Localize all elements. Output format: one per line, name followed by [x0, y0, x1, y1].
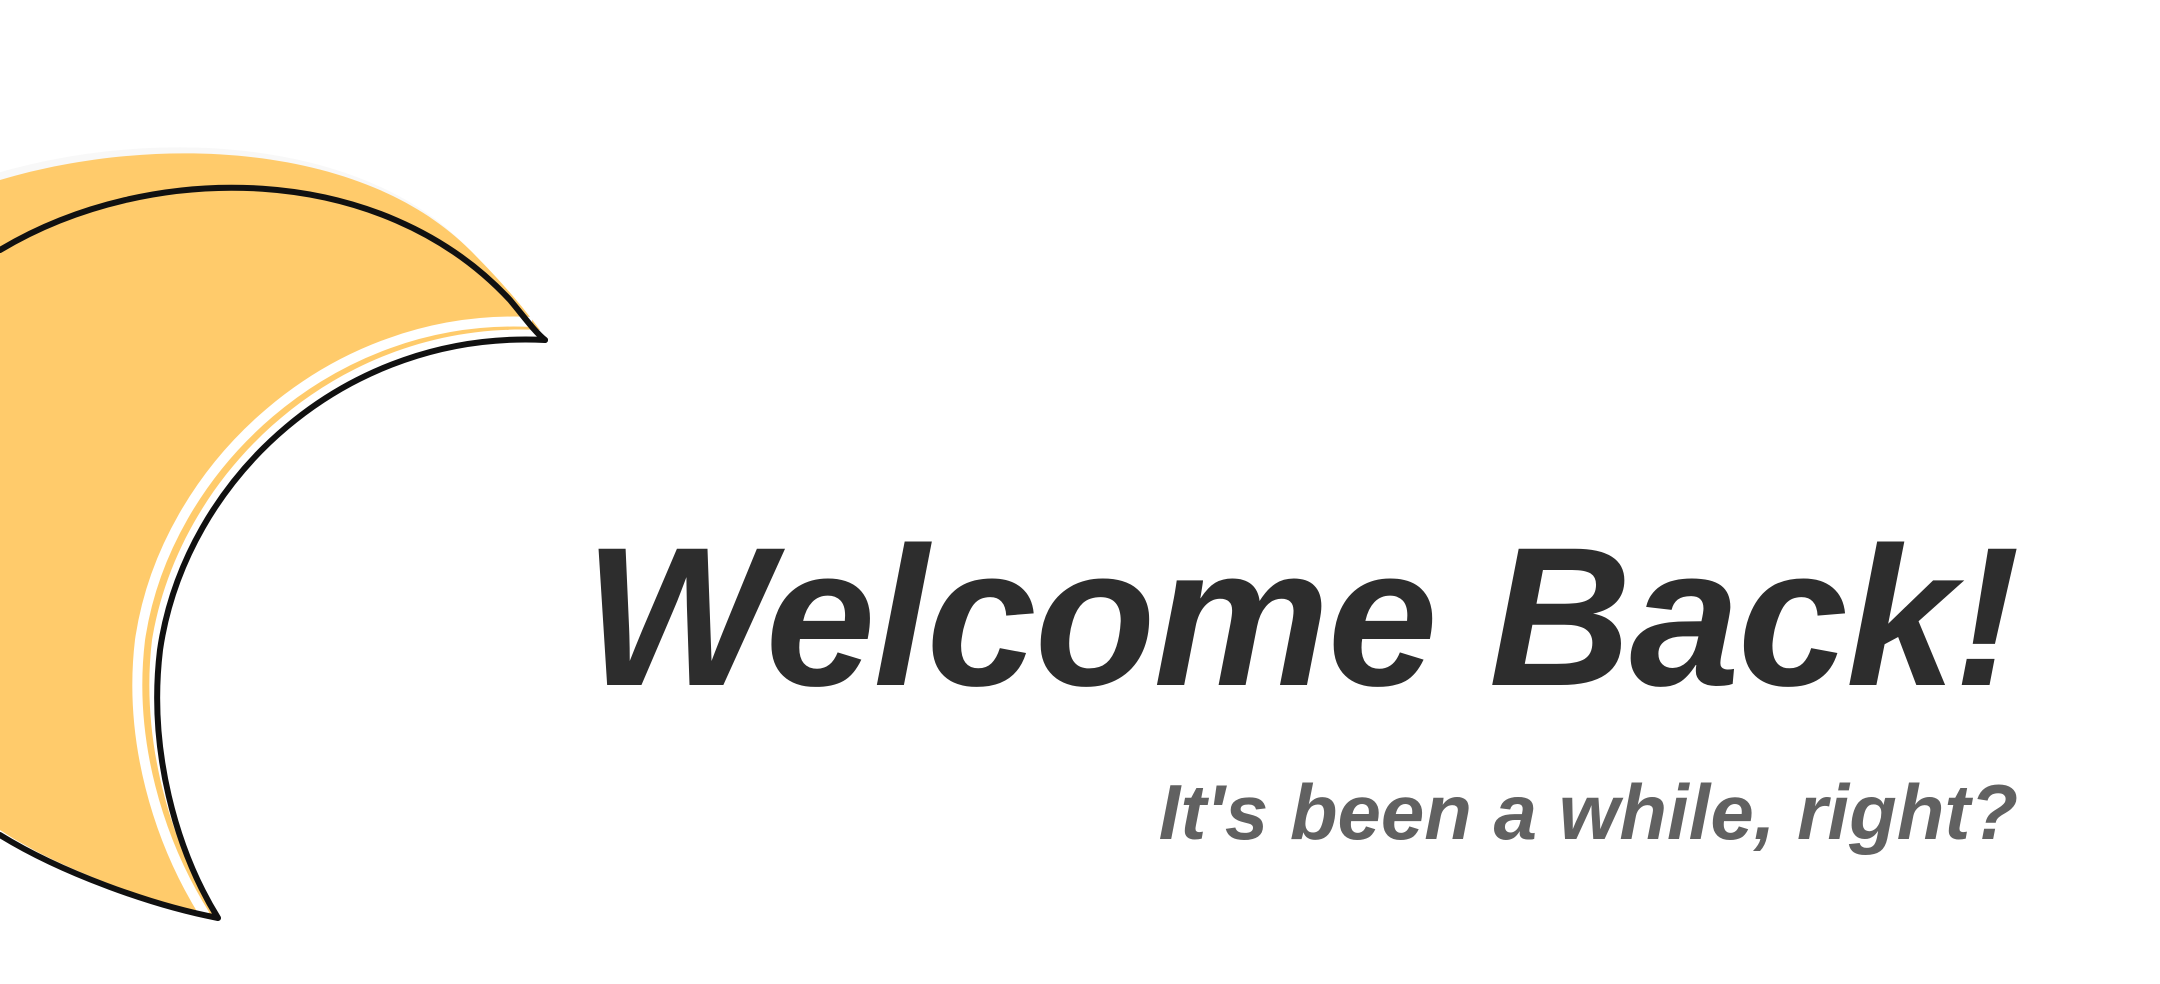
welcome-screen: Welcome Back! It's been a while, right? — [0, 0, 2160, 984]
moon-inner-highlight — [132, 316, 533, 918]
moon-halo — [0, 147, 534, 912]
welcome-title: Welcome Back! — [584, 506, 2020, 727]
moon-outline-inner — [0, 336, 548, 921]
welcome-subtitle: It's been a while, right? — [1158, 768, 2018, 856]
moon-fill — [0, 153, 540, 919]
moon-outline-outer — [0, 184, 548, 343]
